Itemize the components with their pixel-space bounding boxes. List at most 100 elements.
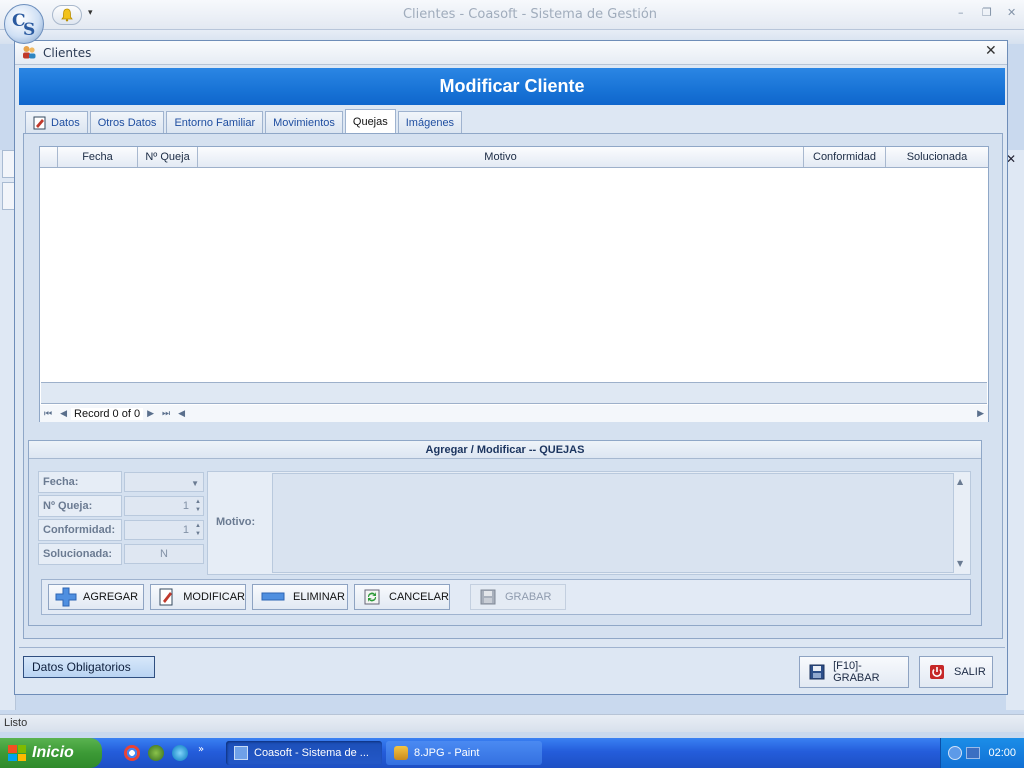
ie-icon[interactable]	[172, 745, 188, 761]
start-label: Inicio	[32, 744, 74, 761]
first-record-icon[interactable]: ⏮	[40, 408, 56, 419]
prev-record-icon[interactable]: ◀	[56, 408, 71, 419]
scroll-down-icon[interactable]: ▼	[957, 559, 963, 568]
start-button[interactable]: Inicio	[0, 738, 102, 768]
dialog-close-button[interactable]: ✕	[985, 43, 997, 59]
motivo-textarea[interactable]	[272, 473, 954, 573]
tab-label: Movimientos	[273, 116, 335, 129]
numero-queja-input[interactable]: 1 ▲ ▼	[124, 496, 204, 516]
agregar-label: AGREGAR	[83, 591, 139, 603]
dialog-header: Modificar Cliente	[19, 68, 1005, 105]
tab-label: Quejas	[352, 115, 388, 128]
scroll-up-icon[interactable]: ▲	[957, 477, 963, 486]
salir-button[interactable]: SALIR	[919, 656, 993, 688]
grid-footer	[41, 382, 987, 404]
save-icon	[806, 662, 827, 682]
app-close-button[interactable]: ✕	[1007, 6, 1016, 19]
spin-up-icon[interactable]: ▲	[195, 499, 201, 506]
tab-quejas[interactable]: Quejas	[344, 109, 396, 133]
agregar-button[interactable]: AGREGAR	[48, 584, 144, 610]
fecha-label: Fecha:	[38, 471, 122, 493]
gear-icon[interactable]	[148, 745, 164, 761]
fecha-row: Fecha: ▼	[38, 471, 206, 493]
task-paint[interactable]: 8.JPG - Paint	[386, 741, 542, 765]
spin-up-icon[interactable]: ▲	[195, 523, 201, 530]
cancelar-label: CANCELAR	[389, 591, 449, 603]
form-fields: Fecha: ▼ Nº Queja: 1 ▲ ▼ Conformidad: 1 …	[38, 471, 206, 567]
conformidad-input[interactable]: 1 ▲ ▼	[124, 520, 204, 540]
grid-column-conformidad[interactable]: Conformidad	[804, 147, 886, 167]
task-coasoft[interactable]: Coasoft - Sistema de ...	[226, 741, 382, 765]
minimize-button[interactable]: –	[958, 6, 964, 19]
grid-column-fecha[interactable]: Fecha	[58, 147, 138, 167]
grabar-button[interactable]: GRABAR	[470, 584, 566, 610]
status-bar: Listo	[0, 714, 1024, 732]
datos-obligatorios-label: Datos Obligatorios	[23, 656, 155, 678]
grid-column-motivo[interactable]: Motivo	[198, 147, 804, 167]
app-window-icon	[234, 746, 248, 760]
dialog-title: Clientes	[43, 46, 92, 60]
chrome-icon[interactable]	[124, 745, 140, 761]
solucionada-input[interactable]: N	[124, 544, 204, 564]
grid-column-numero[interactable]: Nº Queja	[138, 147, 198, 167]
tab-label: Imágenes	[405, 116, 455, 129]
grid-body[interactable]	[40, 168, 988, 381]
power-icon	[926, 662, 948, 682]
tab-imagenes[interactable]: Imágenes	[397, 111, 463, 133]
record-counter: Record 0 of 0	[71, 407, 144, 420]
next-record-icon[interactable]: ▶	[143, 408, 158, 419]
maximize-button[interactable]: ❐	[982, 6, 992, 19]
save-icon	[477, 587, 499, 607]
logo-letter-s: S	[23, 20, 36, 40]
conformidad-label: Conformidad:	[38, 519, 122, 541]
last-record-icon[interactable]: ⏭	[158, 408, 174, 419]
taskbar: Inicio » Coasoft - Sistema de ... 8.JPG …	[0, 738, 1024, 768]
motivo-area: Motivo: ▲ ▼	[207, 471, 971, 575]
grid-header: Fecha Nº Queja Motivo Conformidad Soluci…	[40, 147, 988, 168]
grabar-label: GRABAR	[505, 591, 552, 603]
eliminar-label: ELIMINAR	[293, 591, 345, 603]
spin-down-icon[interactable]: ▼	[195, 531, 201, 538]
grabar-f10-label: [F10]- GRABAR	[833, 660, 880, 684]
quejas-grid: Fecha Nº Queja Motivo Conformidad Soluci…	[39, 146, 989, 422]
numero-queja-value: 1	[182, 500, 189, 512]
refresh-icon	[361, 587, 383, 607]
background-panel-right	[1006, 150, 1024, 710]
grabar-f10-button[interactable]: [F10]- GRABAR	[799, 656, 909, 688]
tab-datos[interactable]: Datos	[25, 111, 88, 133]
solucionada-label: Solucionada:	[38, 543, 122, 565]
modificar-button[interactable]: MODIFICAR	[150, 584, 246, 610]
modificar-label: MODIFICAR	[183, 591, 245, 603]
edit-icon	[33, 116, 46, 129]
system-tray: 02:00	[940, 738, 1024, 768]
quick-launch-more-icon[interactable]: »	[198, 744, 204, 755]
tab-entorno-familiar[interactable]: Entorno Familiar	[166, 111, 264, 133]
grid-column-solucionada[interactable]: Solucionada	[886, 147, 988, 167]
dialog-titlebar: Clientes ✕	[15, 41, 1007, 65]
network-icon[interactable]	[966, 747, 981, 759]
fecha-input[interactable]: ▼	[124, 472, 204, 492]
minus-icon	[259, 587, 287, 607]
eliminar-button[interactable]: ELIMINAR	[252, 584, 348, 610]
paint-icon	[394, 746, 408, 760]
edit-icon	[157, 587, 177, 607]
motivo-scrollbar[interactable]: ▲ ▼	[954, 473, 970, 573]
numero-queja-label: Nº Queja:	[38, 495, 122, 517]
conformidad-value: 1	[182, 524, 189, 536]
clientes-dialog: Clientes ✕ Modificar Cliente Datos Otros…	[14, 40, 1008, 695]
task-label: 8.JPG - Paint	[414, 747, 480, 759]
edit-group-title: Agregar / Modificar -- QUEJAS	[29, 441, 981, 459]
spin-down-icon[interactable]: ▼	[195, 507, 201, 514]
motivo-label: Motivo:	[216, 516, 256, 528]
scroll-right-icon[interactable]: ▶	[973, 408, 988, 419]
cancelar-button[interactable]: CANCELAR	[354, 584, 450, 610]
solucionada-row: Solucionada: N	[38, 543, 206, 565]
tab-movimientos[interactable]: Movimientos	[265, 111, 343, 133]
app-logo[interactable]: C S	[4, 4, 44, 44]
action-bar: AGREGAR MODIFICAR ELIMINAR CANCELAR GRAB…	[41, 579, 971, 615]
tab-page-quejas: Fecha Nº Queja Motivo Conformidad Soluci…	[23, 133, 1003, 639]
tray-expand-icon[interactable]	[948, 746, 963, 760]
scroll-left-icon[interactable]: ◀	[174, 408, 189, 419]
tab-otros-datos[interactable]: Otros Datos	[89, 111, 165, 133]
chevron-down-icon[interactable]: ▼	[191, 475, 199, 493]
